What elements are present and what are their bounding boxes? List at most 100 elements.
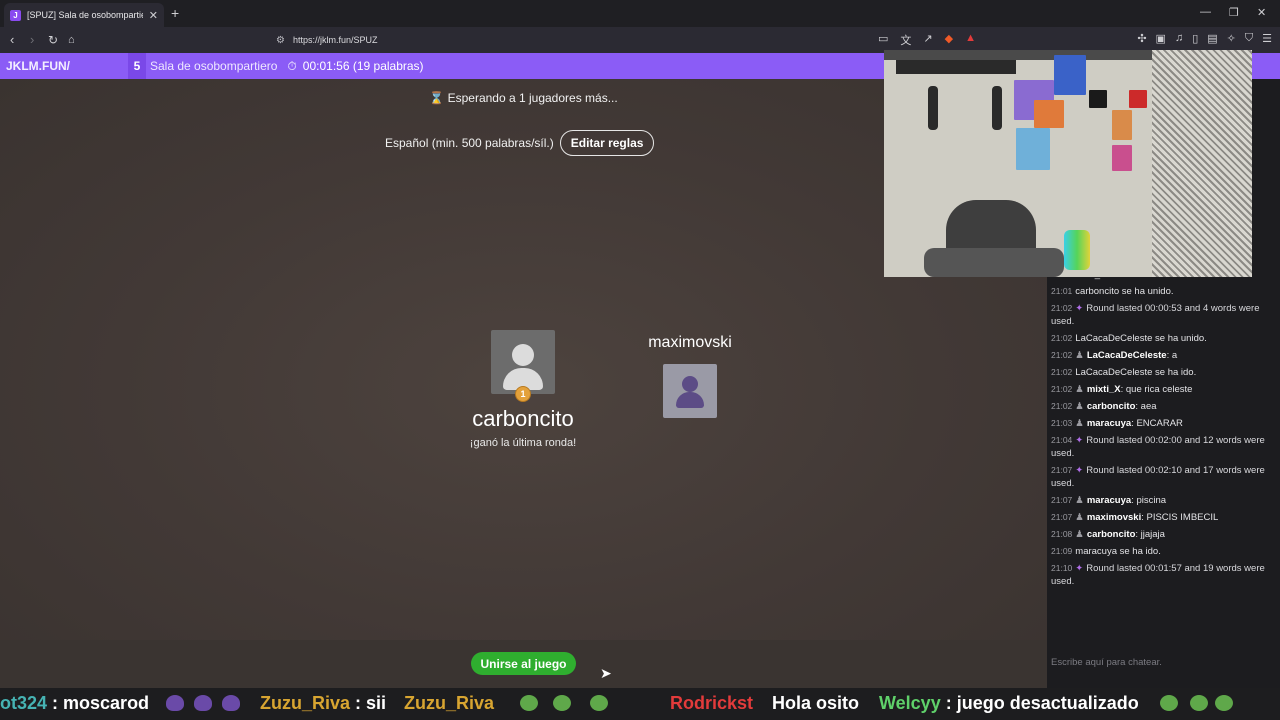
reload-icon[interactable]: ↻ (48, 32, 58, 48)
chat-username[interactable]: LaCacaDeCeleste (1087, 350, 1167, 361)
poster (1016, 128, 1050, 170)
emote-icon (194, 695, 212, 711)
chat-timestamp: 21:04 (1051, 435, 1073, 445)
round-icon: ✦ (1075, 465, 1084, 476)
user-icon: ♟ (1075, 418, 1084, 429)
window-close-icon[interactable]: ✕ (1257, 6, 1266, 19)
emote-icon (1215, 695, 1233, 711)
join-game-button[interactable]: Unirse al juego (471, 652, 576, 675)
music-icon[interactable]: ♫ (1175, 32, 1183, 45)
winner-subtitle: ¡ganó la última ronda! (469, 437, 577, 449)
vpn-icon[interactable]: ⛉ (1245, 32, 1253, 45)
chat-timestamp: 21:01 (1051, 286, 1073, 296)
poster (1089, 90, 1107, 108)
mouse-cursor-icon: ➤ (600, 665, 612, 681)
home-icon[interactable]: ⌂ (68, 32, 75, 48)
chat-timestamp: 21:02 (1051, 367, 1073, 377)
toolbar-icons: ✣ ▣ ♫ ▯ ▤ ✧ ⛉ ☰ (1137, 32, 1272, 45)
ticker-user: Rodrickst (670, 693, 754, 713)
tab-favicon-icon: J (10, 9, 21, 21)
ticker-user: Welcyy (879, 693, 941, 713)
user-icon: ♟ (1075, 401, 1084, 412)
round-icon: ✦ (1075, 563, 1084, 574)
chat-timestamp: 21:02 (1051, 401, 1073, 411)
player-count-badge: 5 (128, 53, 146, 79)
chat-username[interactable]: maracuya (1087, 418, 1131, 429)
chat-message: 21:07 ♟ maximovski: PISCIS IMBECIL (1051, 511, 1279, 524)
emote-icon (1190, 695, 1208, 711)
emote-icon (1160, 695, 1178, 711)
share-icon[interactable]: ↗ (923, 32, 932, 48)
tab-close-icon[interactable]: ✕ (149, 9, 158, 22)
ticker-item: Rodrickst (670, 693, 753, 714)
back-icon[interactable]: ‹ (10, 32, 14, 48)
emote-icon (590, 695, 608, 711)
chat-message: 21:08 ♟ carboncito: jjajaja (1051, 528, 1279, 541)
site-info-icon[interactable]: ⚙ (276, 35, 285, 46)
chat-message: 21:02 ♟ mixti_X: que rica celeste (1051, 383, 1279, 396)
chat-timestamp: 21:07 (1051, 495, 1073, 505)
chat-username[interactable]: carboncito (1087, 401, 1136, 412)
chat-username[interactable]: maximovski (1087, 512, 1141, 523)
new-tab-icon[interactable]: + (171, 5, 179, 21)
chat-message: 21:10 ✦ Round lasted 00:01:57 and 19 words… (1051, 562, 1279, 588)
chat-text: PISCIS IMBECIL (1146, 512, 1219, 523)
forward-icon[interactable]: › (30, 32, 34, 48)
poster (1034, 100, 1064, 128)
chat-message: 21:01 carboncito se ha unido. (1051, 285, 1279, 298)
ticker-item: Zuzu_Riva : sii (260, 693, 386, 714)
avatar-body (676, 392, 704, 408)
avatar-head (682, 376, 698, 392)
poster (1112, 145, 1132, 171)
chat-message: 21:02 ✦ Round lasted 00:00:53 and 4 words … (1051, 302, 1279, 328)
ticker-text: : juego desactualizado (940, 693, 1139, 713)
chat-username[interactable]: carboncito (1087, 529, 1136, 540)
avatar-head (512, 344, 534, 366)
ticker-user: ot324 (0, 693, 48, 713)
chat-username[interactable]: mixti_X (1087, 384, 1121, 395)
wallet-icon[interactable]: ▤ (1207, 32, 1217, 45)
player-name: maximovski (648, 334, 732, 351)
waiting-text: Esperando a 1 jugadores más... (447, 91, 618, 105)
site-brand[interactable]: JKLM.FUN/ (0, 59, 128, 73)
player-avatar (663, 364, 717, 418)
chat-text: LaCacaDeCeleste se ha ido. (1075, 367, 1197, 378)
round-icon: ✦ (1075, 435, 1084, 446)
chat-message: 21:09 maracuya se ha ido. (1051, 545, 1279, 558)
winner-avatar: 1 (491, 330, 555, 402)
chat-username[interactable]: maracuya (1087, 495, 1131, 506)
menu-icon[interactable]: ☰ (1262, 32, 1272, 45)
webcam-overlay (884, 50, 1252, 277)
chat-timestamp: 21:09 (1051, 546, 1073, 556)
ai-icon[interactable]: ✧ (1227, 32, 1236, 45)
emote-icon (166, 695, 184, 711)
chat-text: que rica celeste (1125, 384, 1193, 395)
screenshot-icon[interactable]: ▣ (1156, 32, 1166, 45)
chat-text: carboncito se ha unido. (1075, 286, 1174, 297)
ticker-item: Zuzu_Riva (404, 693, 494, 714)
poster (1129, 90, 1147, 108)
chat-input[interactable]: Escribe aquí para chatear. (1047, 650, 1280, 676)
pullup-bar (896, 60, 1016, 74)
maximize-icon[interactable]: ❐ (1229, 6, 1239, 19)
browser-tab[interactable]: J [SPUZ] Sala de osobompartiero ✕ (4, 3, 164, 27)
screen: { "browser": { "tab_title": "[SPUZ] Sala… (0, 0, 1280, 720)
edit-rules-button[interactable]: Editar reglas (559, 130, 655, 156)
user-icon: ♟ (1075, 512, 1084, 523)
chat-timestamp: 21:03 (1051, 418, 1073, 428)
reader-icon[interactable]: ▭ (878, 32, 888, 48)
alert-icon[interactable]: ▲ (965, 32, 976, 48)
ticker-item: Welcyy : juego desactualizado (879, 693, 1139, 714)
chat-message: 21:02 LaCacaDeCeleste se ha ido. (1051, 366, 1279, 379)
chat-text: piscina (1136, 495, 1167, 506)
chat-text: a (1171, 350, 1178, 361)
sidebar-icon[interactable]: ▯ (1192, 32, 1198, 45)
minimize-icon[interactable]: — (1200, 6, 1211, 18)
chat-message: 21:02 LaCacaDeCeleste se ha unido. (1051, 332, 1279, 345)
rules-text: Español (min. 500 palabras/síl.) (385, 136, 554, 150)
chat-message: 21:02 ♟ carboncito: aea (1051, 400, 1279, 413)
shield-icon[interactable]: ◆ (945, 32, 953, 48)
extensions-icon[interactable]: ✣ (1137, 32, 1146, 45)
chat-text: Round lasted 00:01:57 and 19 words were … (1051, 563, 1265, 587)
translate-icon[interactable]: 文 (900, 32, 911, 48)
